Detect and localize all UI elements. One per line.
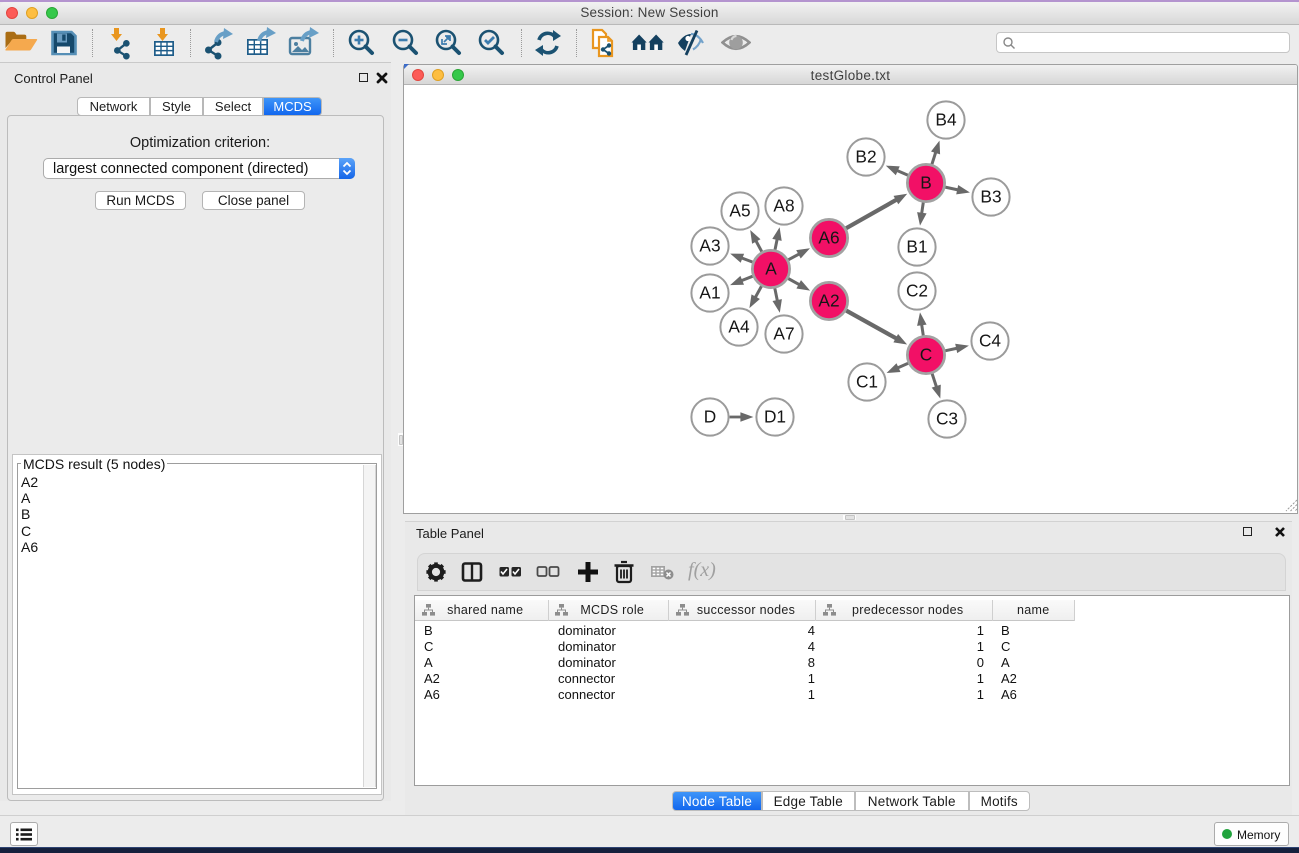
svg-text:A3: A3 [699,236,720,256]
svg-text:B1: B1 [906,237,927,257]
svg-text:A4: A4 [728,317,750,337]
svg-text:C4: C4 [979,331,1001,351]
svg-text:A2: A2 [818,291,839,311]
svg-text:B3: B3 [980,187,1001,207]
svg-text:A8: A8 [773,196,794,216]
svg-text:A6: A6 [818,228,839,248]
svg-text:D: D [704,407,716,427]
svg-text:A: A [765,259,777,279]
svg-text:A1: A1 [699,283,720,303]
svg-text:A7: A7 [773,324,794,344]
svg-text:B: B [920,173,932,193]
svg-text:C1: C1 [856,372,878,392]
svg-text:C: C [920,345,932,365]
svg-text:B4: B4 [935,110,957,130]
svg-text:B2: B2 [855,147,876,167]
svg-text:C3: C3 [936,409,958,429]
svg-text:A5: A5 [729,201,750,221]
svg-text:D1: D1 [764,407,786,427]
svg-text:C2: C2 [906,281,928,301]
